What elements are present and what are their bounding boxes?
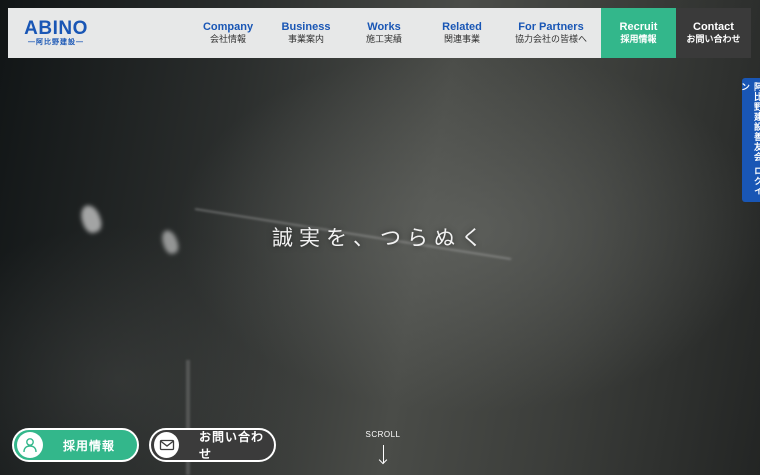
logo-subtext: ―阿比野建設― xyxy=(28,38,84,46)
member-login-tab[interactable]: 阿比野建設善友会 ログイン xyxy=(739,78,760,202)
arrow-down-icon xyxy=(382,445,384,463)
scroll-label: SCROLL xyxy=(365,430,401,439)
nav-company-jp: 会社情報 xyxy=(209,34,246,45)
hero-catchphrase: 誠実を、つらぬく xyxy=(272,226,488,250)
nav-business[interactable]: Business 事業案内 xyxy=(267,8,345,58)
scroll-indicator[interactable]: SCROLL xyxy=(360,430,406,463)
nav-related-jp: 関連事業 xyxy=(443,34,480,45)
nav-works-jp: 施工実績 xyxy=(365,34,402,45)
nav-business-en: Business xyxy=(281,20,331,33)
nav-related-en: Related xyxy=(442,20,482,33)
recruit-button[interactable]: 採用情報 xyxy=(12,428,139,462)
nav-works[interactable]: Works 施工実績 xyxy=(345,8,423,58)
nav-works-en: Works xyxy=(367,20,401,33)
nav-business-jp: 事業案内 xyxy=(287,34,324,45)
nav-contact-en: Contact xyxy=(693,20,734,33)
nav-recruit-jp: 採用情報 xyxy=(620,34,657,45)
member-login-label: 阿比野建設善友会 ログイン xyxy=(739,82,760,197)
site-header: ABINO ―阿比野建設― Company 会社情報 Business 事業案内… xyxy=(8,8,751,58)
nav-contact[interactable]: Contact お問い合わせ xyxy=(676,8,751,58)
person-icon xyxy=(17,432,43,458)
contact-button[interactable]: お問い合わせ xyxy=(149,428,276,462)
nav-partners-en: For Partners xyxy=(518,20,584,33)
recruit-button-label: 採用情報 xyxy=(63,438,116,453)
mail-icon xyxy=(154,432,179,458)
contact-button-label: お問い合わせ xyxy=(199,430,265,461)
nav-company[interactable]: Company 会社情報 xyxy=(189,8,267,58)
nav-partners-jp: 協力会社の皆様へ xyxy=(514,34,587,45)
logo-text: ABINO xyxy=(24,17,88,39)
nav-company-en: Company xyxy=(202,20,254,33)
nav-related[interactable]: Related 関連事業 xyxy=(423,8,501,58)
nav-recruit[interactable]: Recruit 採用情報 xyxy=(601,8,676,58)
nav-recruit-en: Recruit xyxy=(619,20,658,33)
site-logo[interactable]: ABINO ―阿比野建設― xyxy=(8,8,104,58)
nav-contact-jp: お問い合わせ xyxy=(686,34,741,45)
nav-partners[interactable]: For Partners 協力会社の皆様へ xyxy=(501,8,601,58)
global-nav: Company 会社情報 Business 事業案内 Works 施工実績 Re… xyxy=(189,8,751,58)
